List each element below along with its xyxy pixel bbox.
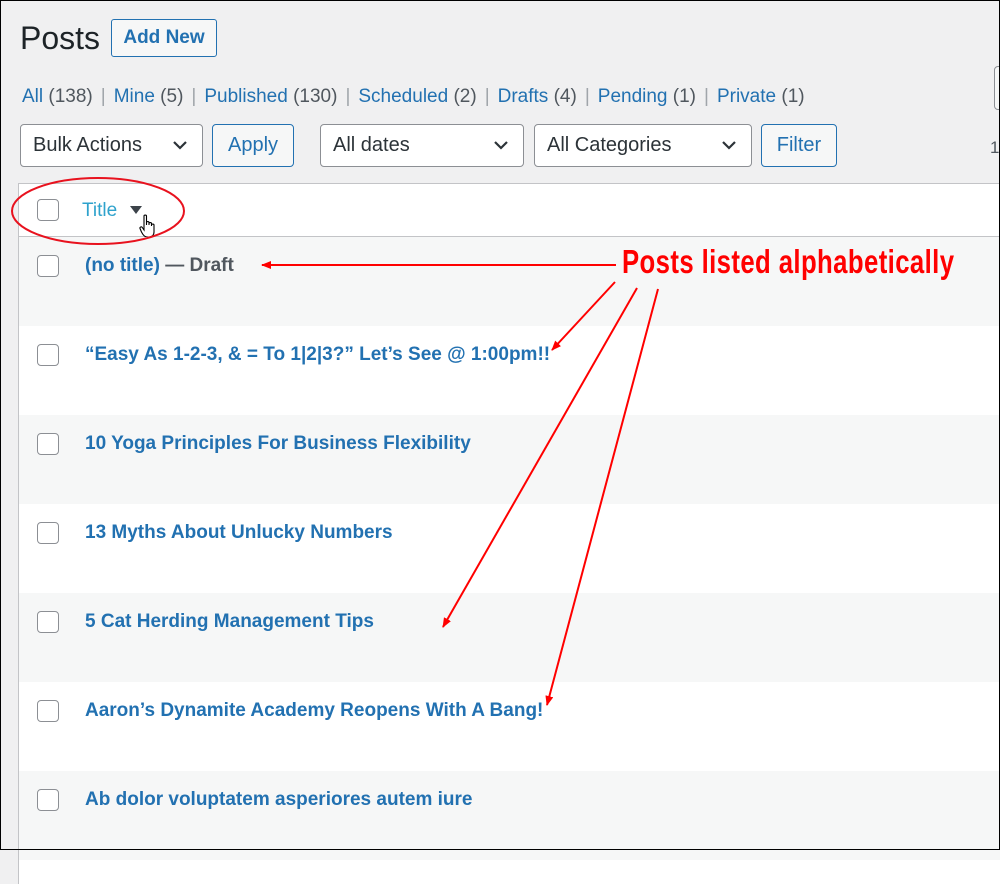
view-published[interactable]: Published (130) <box>204 86 337 107</box>
separator: | <box>191 86 197 107</box>
post-title-link[interactable]: Ab dolor voluptatem asperiores autem iur… <box>85 789 472 810</box>
view-drafts[interactable]: Drafts (4) <box>498 86 577 107</box>
row-checkbox[interactable] <box>37 700 59 722</box>
chevron-down-icon <box>494 141 508 150</box>
page-title: Posts <box>20 20 101 56</box>
view-count: (4) <box>553 86 577 107</box>
view-label: Drafts <box>497 86 549 107</box>
post-status-views: All (138) | Mine (5) | Published (130) | Sched… <box>22 86 805 108</box>
table-row: “Easy As 1-2-3, & = To 1|2|3?” Let’s See… <box>19 326 1000 415</box>
row-checkbox[interactable] <box>37 522 59 544</box>
view-label: Mine <box>113 86 155 107</box>
view-label: Pending <box>597 86 668 107</box>
view-count: (2) <box>453 86 477 107</box>
title-column-sort-link[interactable]: Title <box>82 200 117 222</box>
view-private[interactable]: Private (1) <box>717 86 805 107</box>
view-count: (1) <box>672 86 697 107</box>
table-row: Ab dolor voluptatem asperiores autem iur… <box>19 771 1000 860</box>
separator: | <box>484 86 490 107</box>
dates-select[interactable]: All dates <box>320 124 524 167</box>
row-checkbox[interactable] <box>37 611 59 633</box>
dates-value: All dates <box>333 134 410 156</box>
post-title-cell: 13 Myths About Unlucky Numbers <box>85 522 393 544</box>
chevron-down-icon <box>173 141 187 150</box>
bulk-actions-select[interactable]: Bulk Actions <box>20 124 203 167</box>
separator: | <box>345 86 351 107</box>
post-title-link[interactable]: Aaron’s Dynamite Academy Reopens With A … <box>85 700 543 721</box>
row-checkbox[interactable] <box>37 255 59 277</box>
separator: | <box>584 86 590 107</box>
post-title-link[interactable]: (no title) <box>85 255 160 276</box>
apply-button[interactable]: Apply <box>212 124 294 167</box>
table-row: 10 Yoga Principles For Business Flexibil… <box>19 415 1000 504</box>
post-title-cell: (no title) — Draft <box>85 255 234 277</box>
chevron-down-icon <box>722 141 736 150</box>
table-row: 13 Myths About Unlucky Numbers <box>19 504 1000 593</box>
select-all-checkbox[interactable] <box>37 199 59 221</box>
view-all[interactable]: All (138) <box>22 86 93 107</box>
post-title-cell: “Easy As 1-2-3, & = To 1|2|3?” Let’s See… <box>85 344 550 366</box>
view-scheduled[interactable]: Scheduled (2) <box>358 86 476 107</box>
search-box-partial[interactable] <box>994 66 1000 110</box>
table-row: 5 Cat Herding Management Tips <box>19 593 1000 682</box>
post-state: — Draft <box>159 255 234 276</box>
separator: | <box>704 86 709 107</box>
add-new-button[interactable]: Add New <box>111 19 217 57</box>
view-label: Scheduled <box>358 86 449 107</box>
categories-select[interactable]: All Categories <box>534 124 752 167</box>
view-label: All <box>22 86 44 107</box>
separator: | <box>100 86 106 107</box>
view-count: (138) <box>48 86 93 107</box>
view-count: (5) <box>160 86 184 107</box>
view-pending[interactable]: Pending (1) <box>598 86 696 107</box>
pagination-count-partial: 1 <box>990 138 1000 157</box>
post-title-link[interactable]: 10 Yoga Principles For Business Flexibil… <box>85 433 471 454</box>
table-header: Title <box>19 184 1000 238</box>
table-row: Aaron’s Dynamite Academy Reopens With A … <box>19 682 1000 771</box>
table-body: (no title) — Draft “Easy As 1-2-3, & = To… <box>19 237 1000 860</box>
annotation-label: Posts listed alphabetically <box>622 243 955 280</box>
view-label: Private <box>716 86 777 107</box>
view-count: (1) <box>781 86 805 107</box>
post-title-link[interactable]: “Easy As 1-2-3, & = To 1|2|3?” Let’s See… <box>85 344 550 365</box>
row-checkbox[interactable] <box>37 433 59 455</box>
post-title-link[interactable]: 13 Myths About Unlucky Numbers <box>85 522 393 543</box>
bulk-actions-value: Bulk Actions <box>33 134 142 156</box>
row-checkbox[interactable] <box>37 344 59 366</box>
post-title-cell: 10 Yoga Principles For Business Flexibil… <box>85 433 471 455</box>
view-mine[interactable]: Mine (5) <box>114 86 184 107</box>
post-title-link[interactable]: 5 Cat Herding Management Tips <box>85 611 374 632</box>
posts-table: Title (no title) — Draft “Easy As 1-2-3, … <box>18 183 1000 884</box>
categories-value: All Categories <box>547 134 672 156</box>
view-count: (130) <box>293 86 338 107</box>
post-title-cell: Aaron’s Dynamite Academy Reopens With A … <box>85 700 543 722</box>
sort-desc-icon[interactable] <box>130 206 142 214</box>
post-title-cell: Ab dolor voluptatem asperiores autem iur… <box>85 789 472 811</box>
post-title-cell: 5 Cat Herding Management Tips <box>85 611 374 633</box>
filter-button[interactable]: Filter <box>761 124 837 167</box>
row-checkbox[interactable] <box>37 789 59 811</box>
view-label: Published <box>204 86 288 107</box>
